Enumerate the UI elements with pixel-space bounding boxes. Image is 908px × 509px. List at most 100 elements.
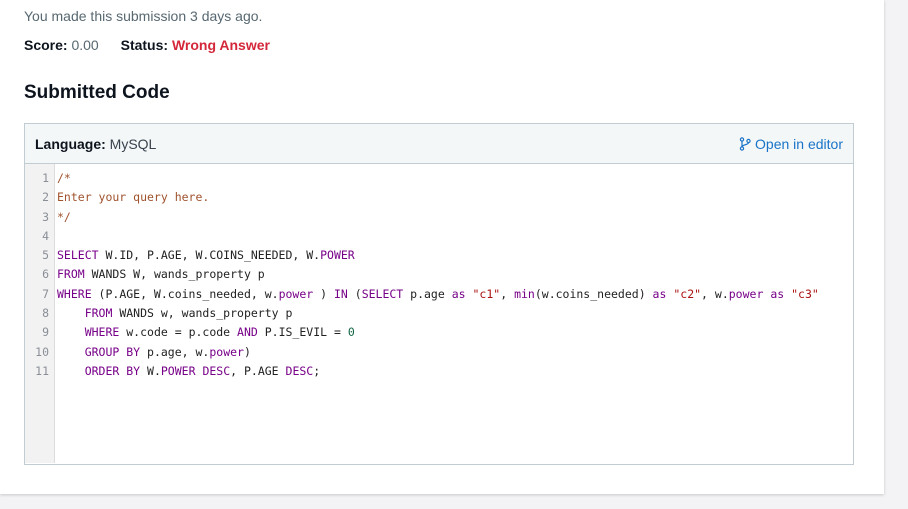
code-line: 1 /* (25, 169, 853, 188)
code-line: 10 GROUP BY p.age, w.power) (25, 343, 853, 362)
code-line: 6 FROM WANDS W, wands_property p (25, 265, 853, 284)
code-token: "c1" (472, 286, 501, 301)
code-token: power (728, 286, 764, 301)
code-token: p.age, w. (140, 344, 210, 359)
open-in-editor-link[interactable]: Open in editor (739, 136, 843, 152)
score-status-line: Score: 0.00 Status: Wrong Answer (24, 37, 270, 53)
line-number: 4 (42, 228, 49, 243)
code-token: WHERE (57, 286, 92, 301)
code-text: /* (52, 169, 71, 188)
line-number: 10 (35, 344, 49, 359)
code-token: WANDS w, wands_property p (112, 306, 293, 321)
line-number: 2 (42, 190, 49, 205)
code-text: Enter your query here. (52, 188, 209, 207)
open-in-editor-label: Open in editor (755, 135, 843, 152)
code-token: (w.coins_needed) (534, 286, 653, 301)
code-token: P.IS_EVIL = (257, 325, 348, 340)
code-text: ORDER BY W.POWER DESC, P.AGE DESC; (52, 362, 320, 381)
code-token: w.code = p.code (119, 325, 238, 340)
code-token: ( (347, 286, 362, 301)
line-number: 11 (35, 363, 49, 378)
code-token: DESC (285, 363, 314, 378)
code-panel: Language: MySQL Open in editor 1 /* 2 Enter… (24, 123, 854, 465)
line-number: 9 (42, 325, 49, 340)
code-line: 2 Enter your query here. (25, 188, 853, 207)
code-token: WHERE (84, 325, 120, 340)
code-token: W. (140, 363, 161, 378)
section-title: Submitted Code (24, 82, 170, 103)
status-value: Wrong Answer (171, 37, 270, 53)
line-number: 3 (42, 209, 49, 224)
code-line: 9 WHERE w.code = p.code AND P.IS_EVIL = … (25, 323, 853, 342)
code-token: GROUP BY (84, 344, 141, 359)
line-number: 6 (42, 267, 49, 282)
submission-card: You made this submission 3 days ago. Sco… (0, 0, 884, 494)
code-token: ) (243, 344, 251, 359)
code-token: /* (57, 171, 71, 185)
score-value: 0.00 (71, 37, 99, 53)
code-text: WHERE (P.AGE, W.coins_needed, w.power ) … (52, 285, 819, 304)
line-number: 8 (42, 306, 49, 321)
code-token: power (209, 344, 244, 359)
code-token: ) (313, 286, 334, 301)
code-token: POWER (160, 363, 196, 378)
code-token: FROM (84, 306, 113, 321)
code-token: as (652, 286, 667, 301)
code-line: 5 SELECT W.ID, P.AGE, W.COINS_NEEDED, W.P… (25, 246, 853, 265)
code-token: DESC (202, 363, 231, 378)
code-token: Enter your query here. (57, 190, 210, 205)
code-panel-header: Language: MySQL Open in editor (25, 124, 853, 164)
submission-time-note: You made this submission 3 days ago. (24, 8, 263, 24)
language-label: Language: (35, 135, 106, 152)
code-line: 8 FROM WANDS w, wands_property p (25, 304, 853, 323)
language-indicator: Language: MySQL (35, 136, 156, 152)
code-text: */ (52, 208, 71, 227)
score-label: Score: (24, 37, 68, 53)
code-editor[interactable]: 1/* 2 Enter your query here. 3 */4 5 SELECT W.… (25, 164, 853, 463)
code-token: "c2" (673, 286, 702, 301)
code-line: 3 */ (25, 208, 853, 227)
code-token: SELECT (361, 286, 404, 301)
status-label: Status: (120, 37, 169, 53)
code-token: "c3" (791, 286, 819, 301)
line-number: 1 (42, 171, 49, 185)
code-token: ORDER BY (84, 363, 141, 378)
code-token: 0 (347, 325, 355, 340)
code-token: ; (313, 363, 321, 378)
code-line: 11 ORDER BY W.POWER DESC, P.AGE DESC; (25, 362, 853, 381)
code-token: as (770, 286, 785, 301)
code-token: */ (57, 209, 71, 224)
code-token: SELECT (57, 248, 99, 263)
code-token: , P.AGE (230, 363, 286, 378)
code-token: FROM (57, 267, 85, 282)
code-token: , w. (701, 286, 729, 301)
code-token: (P.AGE, W.coins_needed, w. (91, 286, 279, 301)
code-token: POWER (320, 248, 355, 263)
language-value: MySQL (109, 135, 157, 152)
code-token: min (514, 286, 535, 301)
code-lines: 1/* 2 Enter your query here. 3 */4 5 SELECT W.… (25, 169, 853, 381)
code-token: IN (333, 286, 348, 301)
code-token: WANDS W, wands_property p (84, 267, 265, 282)
line-number: 7 (42, 286, 49, 301)
code-text: WHERE w.code = p.code AND P.IS_EVIL = 0 (52, 323, 355, 342)
code-token: power (278, 286, 314, 301)
code-text: FROM WANDS w, wands_property p (52, 304, 293, 323)
line-number: 5 (42, 248, 49, 263)
code-line: 7 WHERE (P.AGE, W.coins_needed, w.power )… (25, 285, 853, 304)
code-token: , (500, 286, 515, 301)
code-text: FROM WANDS W, wands_property p (52, 265, 265, 284)
branch-icon (739, 136, 751, 151)
code-token: as (451, 286, 466, 301)
code-token: AND (237, 325, 258, 340)
code-line: 4 (25, 227, 853, 246)
code-text: SELECT W.ID, P.AGE, W.COINS_NEEDED, W.PO… (52, 246, 355, 265)
code-text: GROUP BY p.age, w.power) (52, 343, 251, 362)
code-token: W.ID, P.AGE, W.COINS_NEEDED, W. (98, 248, 321, 263)
